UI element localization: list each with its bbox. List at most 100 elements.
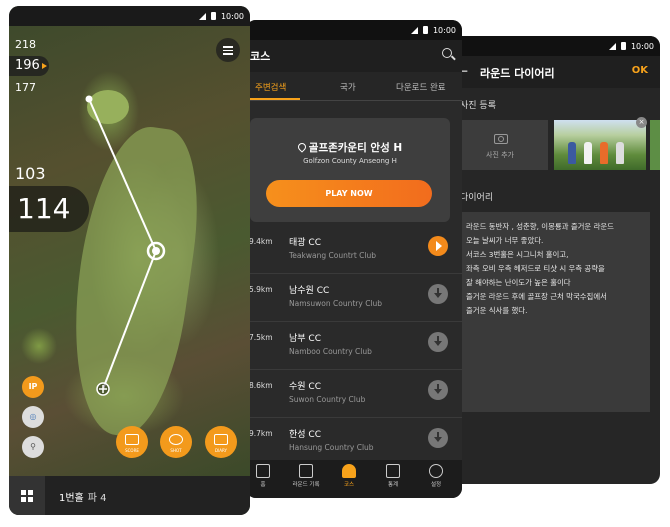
- photo-figure: [616, 142, 624, 164]
- shot-line-overlay: [85, 95, 166, 396]
- add-photo-label: 사진 추가: [486, 151, 514, 159]
- menu-icon-bar: [223, 46, 233, 48]
- shot-icon: [169, 434, 183, 445]
- download-icon[interactable]: [428, 380, 448, 400]
- diary-icon: [214, 434, 228, 445]
- location-pin-icon[interactable]: ⚲: [22, 436, 44, 458]
- hole-par: 파 4: [87, 493, 107, 504]
- grid-dot: [21, 497, 26, 502]
- hole-number: 1번홀: [59, 493, 84, 504]
- hole-info: 1번홀 파 4: [59, 489, 107, 504]
- diary-button[interactable]: DIARY: [205, 426, 237, 458]
- nav-label: 코스: [343, 482, 355, 488]
- course-distance: 7.5km: [249, 333, 273, 342]
- diary-section-title: 다이어리: [460, 193, 494, 203]
- nav-label: 통계: [387, 482, 399, 488]
- course-distance: 9.4km: [249, 237, 273, 246]
- active-tab-indicator: [250, 98, 300, 100]
- map-screen: 10:00 218 196 177 103 114 IP ◎ ⚲ SCORE S…: [9, 6, 250, 515]
- course-row[interactable]: 9.7km 한성 CC Hansung Country Club: [246, 418, 462, 466]
- menu-icon-bar: [223, 53, 233, 55]
- status-bar: 10:00: [246, 20, 462, 40]
- download-icon[interactable]: [428, 284, 448, 304]
- remove-photo-icon[interactable]: ×: [636, 117, 647, 128]
- gps-target-icon[interactable]: ◎: [22, 406, 44, 428]
- course-name-en: Teakwang Countrt Club: [289, 251, 377, 260]
- nav-round-records[interactable]: 라운드 기록: [286, 462, 326, 488]
- search-icon[interactable]: [442, 48, 452, 58]
- add-photo-button[interactable]: 사진 추가: [452, 120, 548, 170]
- nav-label: 설정: [430, 482, 442, 488]
- camera-icon: [494, 134, 508, 144]
- signal-icon: [608, 42, 616, 50]
- course-name-en: Suwon Country Club: [289, 395, 366, 404]
- home-icon: [256, 464, 270, 478]
- grid-dot: [28, 490, 33, 495]
- yardage-pin[interactable]: 196: [9, 56, 49, 76]
- battery-icon: [422, 26, 428, 34]
- tab-downloaded[interactable]: 다운로드 완료: [396, 81, 446, 93]
- diary-screen: 10:00 ← 라운드 다이어리 OK 사진 등록 사진 추가 × 다이어리 라…: [452, 36, 660, 484]
- round-photo[interactable]: ×: [554, 117, 647, 170]
- course-name-kr: 남부 CC: [289, 334, 321, 344]
- featured-course-name: 골프존카운티 안성 H: [250, 140, 450, 155]
- status-time: 10:00: [630, 41, 654, 51]
- scorecard-icon: [125, 434, 139, 445]
- shot-label: SHOT: [170, 448, 182, 453]
- nav-stats[interactable]: 통계: [373, 462, 413, 488]
- menu-button[interactable]: [216, 38, 240, 62]
- nav-course[interactable]: 코스: [329, 462, 369, 488]
- course-name-kr: 태광 CC: [289, 238, 321, 248]
- download-icon[interactable]: [428, 332, 448, 352]
- course-name-en: Namsuwon Country Club: [289, 299, 383, 308]
- bottom-nav: 홈 라운드 기록 코스 통계 설정: [246, 460, 462, 498]
- course-distance: 8.6km: [249, 381, 273, 390]
- nav-label: 라운드 기록: [292, 482, 320, 488]
- menu-icon-bar: [223, 49, 233, 51]
- nav-settings[interactable]: 설정: [416, 462, 456, 488]
- course-row[interactable]: 7.5km 남부 CC Namboo Country Club: [246, 322, 462, 370]
- distance-to-target: 103: [15, 164, 46, 183]
- flag-icon: [41, 63, 47, 69]
- course-screen: 10:00 코스 주변검색 국가 다운로드 완료 골프존카운티 안성 H Gol…: [246, 20, 462, 498]
- featured-course-name-kr: 골프존카운티 안성 H: [308, 142, 403, 154]
- course-name-kr: 수원 CC: [289, 382, 321, 392]
- grid-menu-icon[interactable]: [9, 476, 45, 515]
- ip-button[interactable]: IP: [22, 376, 44, 398]
- shot-button[interactable]: SHOT: [160, 426, 192, 458]
- tab-nearby[interactable]: 주변검색: [255, 81, 286, 93]
- hole-bar: 1번홀 파 4: [9, 476, 250, 515]
- score-button[interactable]: SCORE: [116, 426, 148, 458]
- yardage-front: 177: [15, 81, 36, 94]
- yardage-pin-value: 196: [15, 58, 40, 73]
- status-time: 10:00: [432, 25, 456, 35]
- play-now-button[interactable]: PLAY NOW: [266, 180, 432, 207]
- play-icon[interactable]: [428, 236, 448, 256]
- ok-button[interactable]: OK: [632, 65, 648, 76]
- course-row[interactable]: 9.4km 태광 CC Teakwang Countrt Club: [246, 226, 462, 274]
- course-row[interactable]: 5.9km 남수원 CC Namsuwon Country Club: [246, 274, 462, 322]
- course-name-kr: 남수원 CC: [289, 286, 330, 296]
- course-distance: 9.7km: [249, 429, 273, 438]
- page-title: 라운드 다이어리: [480, 67, 555, 80]
- photo-figure: [568, 142, 576, 164]
- round-photo-2[interactable]: [650, 120, 660, 170]
- bar-chart-icon: [386, 464, 400, 478]
- photo-section-title: 사진 등록: [460, 101, 496, 111]
- yardage-back: 218: [15, 38, 36, 51]
- course-name-en: Hansung Country Club: [289, 443, 374, 452]
- course-row[interactable]: 8.6km 수원 CC Suwon Country Club: [246, 370, 462, 418]
- photo-figure: [600, 142, 608, 164]
- diary-text-area[interactable]: 라운드 동반자 , 성춘향, 이몽룡과 즐거운 라운드 오늘 날씨가 너무 좋았…: [460, 212, 650, 412]
- nav-label: 홈: [260, 482, 266, 488]
- course-distance: 5.9km: [249, 285, 273, 294]
- course-header: 코스: [246, 40, 462, 72]
- diary-label: DIARY: [215, 448, 227, 453]
- featured-course-card: 골프존카운티 안성 H Golfzon County Anseong H PLA…: [250, 118, 450, 222]
- tab-country[interactable]: 국가: [340, 81, 356, 93]
- diary-header: ← 라운드 다이어리 OK: [452, 56, 660, 88]
- download-icon[interactable]: [428, 428, 448, 448]
- nav-home[interactable]: 홈: [246, 462, 283, 488]
- distance-to-pin: 114: [9, 186, 89, 232]
- gear-icon: [429, 464, 443, 478]
